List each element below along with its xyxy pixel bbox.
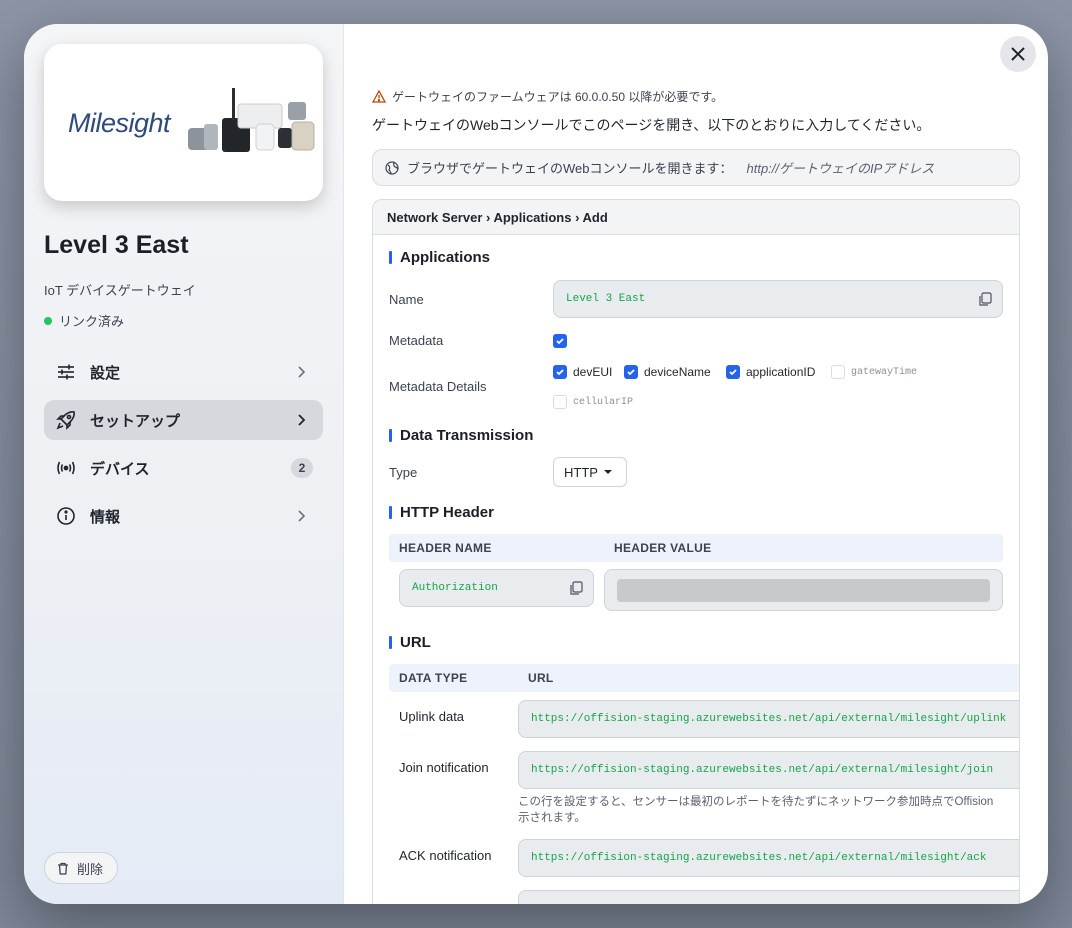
uplink-url-field[interactable]: https://offision-staging.azurewebsites.n… (518, 700, 1019, 738)
brand-logo: Milesight (68, 108, 171, 138)
chevron-right-icon (298, 366, 306, 378)
setup-panel: ゲートウェイのファームウェアは 60.0.0.50 以降が必要です。 ゲートウェ… (344, 24, 1048, 904)
type-label: Type (389, 465, 418, 480)
checkbox-label: cellularIP (573, 396, 634, 408)
url-value: https://offision-staging.azurewebsites.n… (531, 852, 987, 864)
chevron-right-icon (298, 510, 306, 522)
checkbox-unchecked-icon (831, 365, 845, 379)
url-table-head: DATA TYPE URL (389, 664, 1019, 692)
section-data-transmission: Data Transmission (389, 427, 533, 444)
name-field[interactable]: Level 3 East (553, 280, 1003, 318)
copy-icon[interactable] (978, 292, 992, 306)
gateway-image-card: Milesight (44, 44, 323, 201)
sidebar-item-info[interactable]: 情報 (44, 496, 323, 536)
chevron-right-icon (298, 414, 306, 426)
header-value-field[interactable] (604, 569, 1003, 611)
col-url: URL (528, 671, 554, 685)
device-count-badge: 2 (291, 458, 313, 478)
ack-url-field[interactable]: https://offision-staging.azurewebsites.n… (518, 839, 1019, 877)
sidebar-item-label: デバイス (90, 460, 150, 478)
type-select-value: HTTP (564, 464, 598, 480)
metadata-details-label: Metadata Details (389, 379, 487, 394)
device-illustration (188, 88, 315, 152)
info-icon (56, 506, 76, 526)
type-select[interactable]: HTTP (553, 457, 627, 487)
checkbox-deveui[interactable]: devEUI (553, 365, 612, 379)
delete-label: 削除 (77, 861, 104, 877)
trash-icon (58, 862, 68, 875)
broadcast-icon (56, 458, 76, 478)
sidebar-item-setup[interactable]: セットアップ (44, 400, 323, 440)
section-http-header: HTTP Header (389, 504, 494, 521)
join-url-field[interactable]: https://offision-staging.azurewebsites.n… (518, 751, 1019, 789)
checkbox-checked-icon (726, 365, 740, 379)
sliders-icon (56, 362, 76, 382)
col-header-value: HEADER VALUE (614, 541, 712, 555)
gateway-subtitle: IoT デバイスゲートウェイ (44, 283, 196, 298)
checkbox-checked-icon (624, 365, 638, 379)
url-value: https://offision-staging.azurewebsites.n… (531, 713, 1007, 725)
status-dot-icon (44, 316, 52, 325)
checkbox-label: applicationID (746, 365, 816, 379)
join-note: この行を設定すると、センサーは最初のレポートを待たずにネットワーク参加時点でOf… (518, 794, 1019, 826)
checkbox-applicationid[interactable]: applicationID (726, 365, 815, 379)
sidebar-nav: 設定 セットアップ デバイス 2 情報 (44, 352, 323, 536)
header-name-value: Authorization (412, 582, 498, 594)
browser-hint-text: ブラウザでゲートウェイのWebコンソールを開きます： (407, 161, 733, 176)
col-header-name: HEADER NAME (399, 541, 492, 555)
section-applications: Applications (389, 249, 490, 266)
sidebar-item-label: 設定 (90, 364, 121, 382)
warning-icon (372, 90, 386, 103)
caret-down-icon (603, 470, 612, 474)
name-value: Level 3 East (566, 293, 646, 305)
join-note-line-2: 示されます。 (518, 812, 586, 824)
sidebar-item-label: セットアップ (90, 412, 181, 430)
link-status: リンク済み (44, 311, 323, 330)
join-note-line-1: この行を設定すると、センサーは最初のレポートを待たずにネットワーク参加時点でOf… (518, 796, 994, 808)
rocket-icon (56, 410, 76, 430)
gateway-modal: Milesight Level 3 East IoT デバイスゲートウェイ リン… (24, 24, 1048, 904)
gateway-title: Level 3 East (44, 231, 189, 259)
firmware-warning: ゲートウェイのファームウェアは 60.0.0.50 以降が必要です。 (372, 88, 1020, 105)
checkbox-cellularip[interactable]: cellularIP (553, 395, 633, 409)
config-panel: Network Server › Applications › Add Appl… (372, 199, 1020, 904)
checkbox-checked-icon (553, 365, 567, 379)
sidebar: Milesight Level 3 East IoT デバイスゲートウェイ リン… (24, 24, 344, 904)
sidebar-item-devices[interactable]: デバイス 2 (44, 448, 323, 488)
metadata-label: Metadata (389, 333, 444, 348)
intro-text: ゲートウェイのWebコンソールでこのページを開き、以下のとおりに入力してください… (372, 117, 931, 133)
url-value: https://offision-staging.azurewebsites.n… (531, 764, 994, 776)
link-status-label: リンク済み (59, 314, 125, 329)
url-row-label: Join notification (399, 760, 489, 775)
close-icon (1011, 47, 1025, 61)
checkbox-devicename[interactable]: deviceName (624, 365, 711, 379)
delete-button[interactable]: 削除 (44, 852, 119, 884)
checkbox-label: deviceName (644, 365, 711, 379)
breadcrumb: Network Server › Applications › Add (373, 200, 1019, 235)
masked-secret (617, 579, 990, 602)
metadata-checkbox[interactable] (553, 334, 567, 348)
checkbox-checked-icon (553, 334, 567, 348)
checkbox-gatewaytime[interactable]: gatewayTime (831, 365, 917, 379)
browser-url-hint: http://ゲートウェイのIPアドレス (746, 161, 935, 176)
name-label: Name (389, 292, 424, 307)
checkbox-label: gatewayTime (851, 366, 918, 378)
sidebar-item-settings[interactable]: 設定 (44, 352, 323, 392)
warning-text: ゲートウェイのファームウェアは 60.0.0.50 以降が必要です。 (392, 90, 724, 104)
globe-icon (385, 160, 399, 175)
close-button[interactable] (1000, 36, 1036, 72)
url-row-label: ACK notification (399, 848, 492, 863)
section-url: URL (389, 634, 431, 651)
header-name-field[interactable]: Authorization (399, 569, 594, 607)
checkbox-label: devEUI (573, 365, 613, 379)
url-row-label: Uplink data (399, 709, 465, 724)
col-data-type: DATA TYPE (399, 671, 468, 685)
copy-icon[interactable] (569, 581, 583, 595)
header-table-head: HEADER NAME HEADER VALUE (389, 534, 1003, 562)
sidebar-item-label: 情報 (90, 508, 121, 526)
browser-hint-bar: ブラウザでゲートウェイのWebコンソールを開きます： http://ゲートウェイ… (372, 149, 1020, 186)
next-url-field[interactable] (518, 890, 1019, 904)
checkbox-unchecked-icon (553, 395, 567, 409)
